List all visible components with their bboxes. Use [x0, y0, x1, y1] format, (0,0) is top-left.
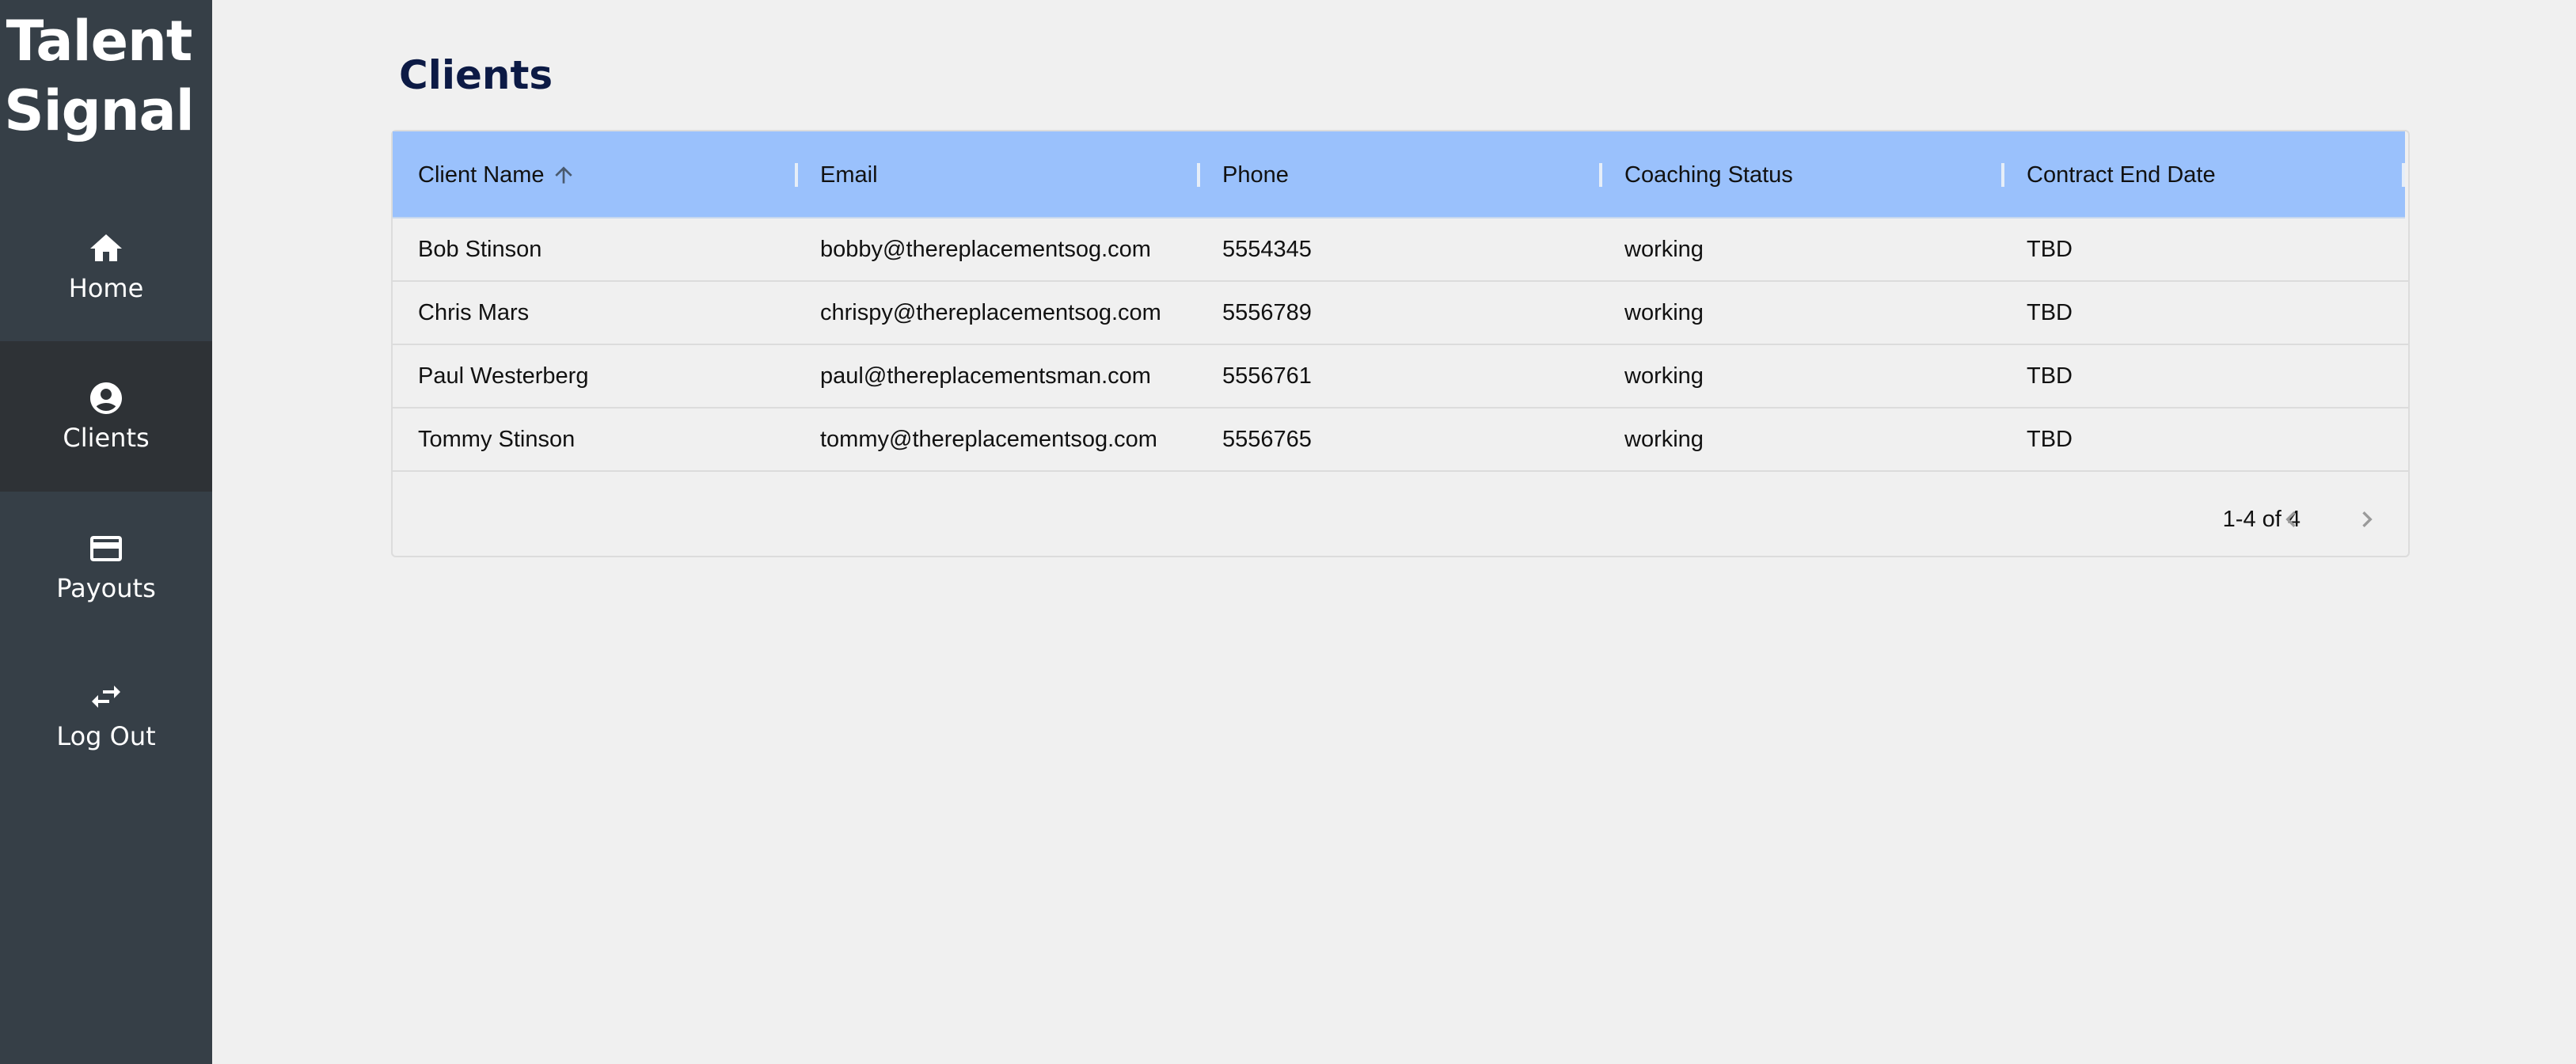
- cell-email: bobby@thereplacementsog.com: [820, 236, 1151, 262]
- swap-arrows-icon: [92, 686, 120, 708]
- column-header-label: Contract End Date: [2027, 162, 2216, 188]
- cell-phone: 5554345: [1222, 236, 1312, 262]
- cell-contract-end-date: TBD: [2027, 299, 2073, 325]
- cell-contract-end-date: TBD: [2027, 363, 2073, 389]
- cell-contract-end-date: TBD: [2027, 236, 2073, 262]
- column-header-label: Email: [820, 162, 878, 188]
- cell-email: tommy@thereplacementsog.com: [820, 426, 1157, 452]
- cell-email: paul@thereplacementsman.com: [820, 363, 1151, 389]
- cell-client-name: Tommy Stinson: [418, 426, 576, 452]
- column-header-label: Phone: [1222, 162, 1289, 188]
- table-row[interactable]: Tommy Stinson tommy@thereplacementsog.co…: [393, 408, 2408, 472]
- cell-coaching-status: working: [1624, 299, 1704, 325]
- previous-page-button[interactable]: [2272, 500, 2310, 538]
- column-header-label: Client Name: [418, 162, 545, 188]
- cell-client-name: Bob Stinson: [418, 236, 542, 262]
- brand-logo: Talent Signal: [0, 6, 198, 146]
- cell-client-name: Paul Westerberg: [418, 363, 589, 389]
- cell-coaching-status: working: [1624, 236, 1704, 262]
- cell-coaching-status: working: [1624, 363, 1704, 389]
- chevron-right-icon: [2362, 511, 2373, 527]
- cell-coaching-status: working: [1624, 426, 1704, 452]
- brand-line-1: Talent: [6, 9, 193, 74]
- home-icon: [90, 234, 122, 261]
- cell-phone: 5556761: [1222, 363, 1312, 389]
- account-circle-icon: [90, 382, 122, 414]
- cell-contract-end-date: TBD: [2027, 426, 2073, 452]
- sidebar-item-label: Log Out: [56, 721, 156, 751]
- chevron-left-icon: [2285, 511, 2296, 527]
- cell-email: chrispy@thereplacementsog.com: [820, 299, 1161, 325]
- pagination-range: 1-4 of 4: [2222, 507, 2301, 532]
- clients-table: Client Name Email Phone Coaching Status …: [391, 130, 2410, 557]
- table-header: Client Name Email Phone Coaching Status …: [393, 131, 2405, 218]
- sidebar-item-label: Home: [68, 273, 144, 303]
- column-resize-handle[interactable]: [795, 163, 798, 187]
- column-header-phone[interactable]: Phone: [1222, 131, 1289, 218]
- column-resize-handle[interactable]: [1197, 163, 1200, 187]
- table-row[interactable]: Bob Stinson bobby@thereplacementsog.com …: [393, 218, 2408, 282]
- table-row[interactable]: Chris Mars chrispy@thereplacementsog.com…: [393, 282, 2408, 345]
- credit-card-icon: [90, 536, 122, 561]
- column-header-coaching-status[interactable]: Coaching Status: [1624, 131, 1793, 218]
- sidebar: Talent Signal Home Clients Payouts Log O…: [0, 0, 212, 1064]
- sidebar-item-clients[interactable]: Clients: [0, 341, 212, 492]
- brand-line-2: Signal: [4, 78, 195, 143]
- column-resize-handle[interactable]: [1599, 163, 1602, 187]
- table-row[interactable]: Paul Westerberg paul@thereplacementsman.…: [393, 345, 2408, 408]
- column-header-client-name[interactable]: Client Name: [418, 131, 576, 218]
- next-page-button[interactable]: [2348, 500, 2386, 538]
- cell-phone: 5556789: [1222, 299, 1312, 325]
- sort-ascending-icon[interactable]: [551, 162, 576, 188]
- sidebar-item-home[interactable]: Home: [0, 192, 212, 342]
- sidebar-item-log-out[interactable]: Log Out: [0, 640, 212, 790]
- sidebar-item-payouts[interactable]: Payouts: [0, 492, 212, 642]
- cell-client-name: Chris Mars: [418, 299, 530, 325]
- cell-phone: 5556765: [1222, 426, 1312, 452]
- column-header-contract-end-date[interactable]: Contract End Date: [2027, 131, 2216, 218]
- column-resize-handle[interactable]: [2402, 163, 2405, 187]
- sidebar-item-label: Payouts: [56, 573, 156, 603]
- page-title: Clients: [399, 52, 553, 98]
- sidebar-item-label: Clients: [63, 423, 150, 453]
- column-header-label: Coaching Status: [1624, 162, 1793, 188]
- column-header-email[interactable]: Email: [820, 131, 878, 218]
- column-resize-handle[interactable]: [2001, 163, 2004, 187]
